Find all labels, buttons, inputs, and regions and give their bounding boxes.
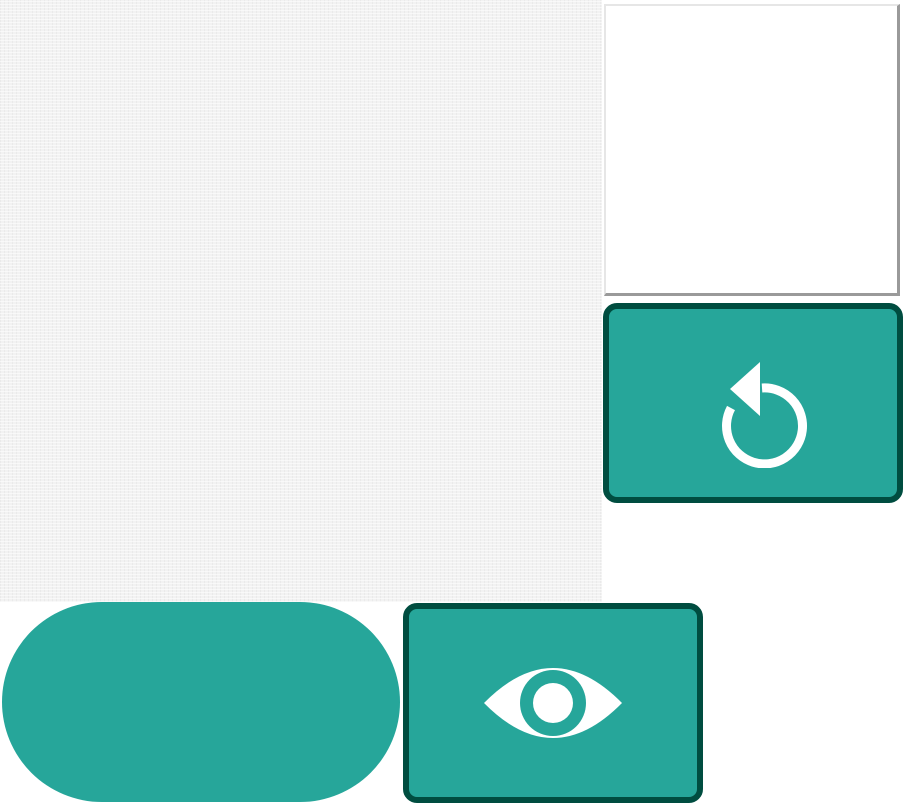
preview-panel	[604, 4, 900, 296]
view-button[interactable]	[403, 603, 703, 803]
puzzle-board[interactable]	[0, 0, 602, 602]
game-stage	[0, 0, 904, 804]
action-pill-button[interactable]	[2, 602, 400, 802]
eye-icon	[478, 653, 628, 753]
restart-icon	[698, 338, 808, 468]
reset-button[interactable]	[603, 303, 903, 503]
